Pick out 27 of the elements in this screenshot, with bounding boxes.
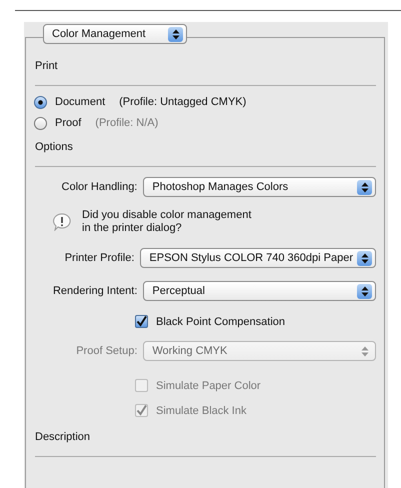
checkbox-label: Black Point Compensation xyxy=(156,316,286,328)
stepper-arrows-icon xyxy=(357,284,372,298)
checkbox-label: Simulate Black Ink xyxy=(156,404,246,416)
radio-button[interactable] xyxy=(34,96,47,108)
stepper-arrows-icon xyxy=(357,250,372,266)
section-heading: Options xyxy=(35,141,74,153)
popup-menu[interactable]: Perceptual xyxy=(143,281,376,301)
popup-menu[interactable]: Photoshop Manages Colors xyxy=(143,177,376,197)
radio-label: Document xyxy=(55,96,106,108)
radio-button[interactable] xyxy=(34,116,47,130)
field-label: Printer Profile: xyxy=(64,252,134,264)
section-heading: Print xyxy=(35,60,59,72)
field-label: Color Handling: xyxy=(60,181,138,193)
section-popup[interactable]: Color Management xyxy=(43,24,187,44)
checkbox-label: Simulate Paper Color xyxy=(156,380,261,392)
checkbox[interactable] xyxy=(135,315,148,328)
section-heading: Description xyxy=(35,431,92,443)
stepper-arrows-icon xyxy=(168,26,183,42)
field-label: Rendering Intent: xyxy=(52,285,138,297)
notice-text: Did you disable color management in the printer dialog? xyxy=(82,209,252,235)
field-label: Proof Setup: xyxy=(75,345,138,357)
warning-icon xyxy=(52,213,72,231)
profile-text: (Profile: Untagged CMYK) xyxy=(119,96,246,108)
profile-text: (Profile: N/A) xyxy=(95,117,158,129)
stepper-arrows-icon xyxy=(357,180,372,194)
popup-menu[interactable]: EPSON Stylus COLOR 740 360dpi Paper xyxy=(140,248,376,268)
radio-label: Proof xyxy=(55,117,82,129)
